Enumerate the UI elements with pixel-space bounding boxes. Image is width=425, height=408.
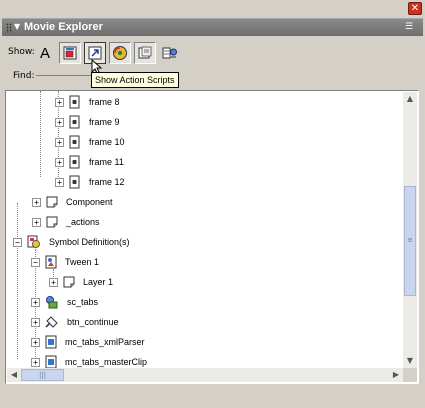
vertical-scrollbar[interactable]: ▲ ≡ ▼: [403, 92, 417, 368]
tree-row-label: Component: [66, 197, 113, 207]
panel-title: Movie Explorer: [24, 21, 103, 33]
tree-row-label: btn_continue: [67, 317, 119, 327]
expand-icon[interactable]: +: [31, 297, 40, 307]
expand-icon[interactable]: +: [55, 137, 64, 147]
horizontal-scrollbar[interactable]: ◀ ||| ▶: [7, 368, 403, 382]
tree-row-label: Symbol Definition(s): [49, 237, 130, 247]
expand-icon[interactable]: +: [55, 97, 64, 107]
show-buttons-movieclips-graphics-button[interactable]: [59, 42, 81, 64]
layer-icon: [63, 276, 75, 288]
show-toolbar: Show: A: [0, 37, 425, 67]
tree-row-label: frame 9: [89, 117, 120, 127]
movieclip-icon: [63, 46, 77, 60]
layer-icon: [46, 196, 58, 208]
button-symbol-icon: [45, 316, 58, 328]
frame-icon: [69, 95, 80, 109]
tree-row-label: sc_tabs: [67, 297, 99, 307]
media-icon: [113, 46, 127, 60]
panel-header[interactable]: ▼ Movie Explorer ☰: [2, 18, 423, 36]
scroll-down-icon[interactable]: ▼: [403, 354, 417, 368]
show-frames-layers-button[interactable]: [134, 42, 156, 64]
frame-icon: [69, 155, 80, 169]
tree-row-label: frame 11: [89, 157, 124, 167]
show-text-button[interactable]: A: [34, 42, 56, 64]
symbol-definitions-icon: [27, 235, 40, 248]
tree-row-sc-tabs[interactable]: + sc_tabs: [31, 292, 98, 312]
tree-row-frame-12[interactable]: + frame 12: [55, 172, 125, 192]
tree-row-label: Tween 1: [65, 257, 100, 267]
expand-icon[interactable]: +: [49, 277, 58, 287]
filter-icon: [162, 47, 177, 59]
frame-icon: [69, 175, 80, 189]
action-script-icon: [88, 46, 102, 60]
movieclip-icon: [45, 355, 57, 369]
collapse-icon[interactable]: −: [31, 257, 40, 267]
tree-row-btn-continue[interactable]: + btn_continue: [31, 312, 119, 332]
expand-icon[interactable]: +: [31, 357, 40, 367]
scroll-left-icon[interactable]: ◀: [7, 368, 21, 382]
tree-row-layer-1[interactable]: + Layer 1: [49, 272, 113, 292]
tree-row-mc-tabs-xmlparser[interactable]: + mc_tabs_xmlParser: [31, 332, 145, 352]
expand-icon[interactable]: +: [32, 197, 41, 207]
component-icon: [46, 296, 58, 309]
close-icon[interactable]: ✕: [408, 2, 422, 15]
show-label: Show:: [8, 47, 35, 57]
layer-icon: [46, 216, 58, 228]
tree-row-label: Layer 1: [83, 277, 114, 287]
expand-icon[interactable]: +: [55, 157, 64, 167]
tree-row-label: _actions: [66, 217, 100, 227]
scroll-grip-icon: |||: [38, 371, 47, 379]
window-top-bar: ✕: [0, 0, 425, 17]
movie-explorer-tree[interactable]: + frame 8 + frame 9 + frame 10 + frame 1…: [5, 90, 419, 384]
expand-icon[interactable]: +: [55, 177, 64, 187]
movieclip-icon: [45, 335, 57, 349]
collapse-arrow-icon[interactable]: ▼: [14, 22, 20, 31]
tree-row-label: mc_tabs_xmlParser: [65, 337, 145, 347]
tree-row-actions[interactable]: + _actions: [32, 212, 100, 232]
tree-row-frame-9[interactable]: + frame 9: [55, 112, 120, 132]
panel-options-menu-icon[interactable]: ☰: [405, 22, 417, 33]
tree-row-frame-11[interactable]: + frame 11: [55, 152, 124, 172]
tree-row-tween-1[interactable]: − Tween 1: [31, 252, 99, 272]
tree-row-label: frame 10: [89, 137, 125, 147]
tooltip: Show Action Scripts: [91, 72, 179, 88]
horizontal-scroll-thumb[interactable]: |||: [21, 369, 64, 381]
tree-row-frame-10[interactable]: + frame 10: [55, 132, 125, 152]
tree-line: [40, 91, 41, 177]
expand-icon[interactable]: +: [55, 117, 64, 127]
scroll-grip-icon: ≡: [407, 236, 413, 244]
tree-row-label: frame 8: [89, 97, 120, 107]
find-label: Find:: [13, 71, 35, 81]
graphic-symbol-icon: [45, 255, 57, 269]
frame-icon: [69, 115, 80, 129]
scrollbar-corner: [403, 368, 417, 382]
drag-grip-icon[interactable]: [6, 23, 12, 33]
frames-icon: [138, 46, 152, 59]
expand-icon[interactable]: +: [32, 217, 41, 227]
vertical-scroll-thumb[interactable]: ≡: [404, 186, 416, 296]
scroll-right-icon[interactable]: ▶: [389, 368, 403, 382]
tree-row-component[interactable]: + Component: [32, 192, 113, 212]
text-A-icon: A: [39, 44, 50, 62]
show-video-sounds-bitmaps-button[interactable]: [109, 42, 131, 64]
tree-line: [17, 203, 18, 359]
tree-row-frame-8[interactable]: + frame 8: [55, 92, 120, 112]
find-row: Find:: [0, 67, 425, 91]
expand-icon[interactable]: +: [31, 337, 40, 347]
expand-icon[interactable]: +: [31, 317, 40, 327]
tree-row-symbol-definitions[interactable]: − Symbol Definition(s): [13, 232, 130, 252]
tree-row-label: frame 12: [89, 177, 125, 187]
frame-icon: [69, 135, 80, 149]
collapse-icon[interactable]: −: [13, 237, 22, 247]
tree-row-label: mc_tabs_masterClip: [65, 357, 148, 367]
customize-items-button[interactable]: [159, 42, 181, 64]
scroll-up-icon[interactable]: ▲: [403, 92, 417, 106]
